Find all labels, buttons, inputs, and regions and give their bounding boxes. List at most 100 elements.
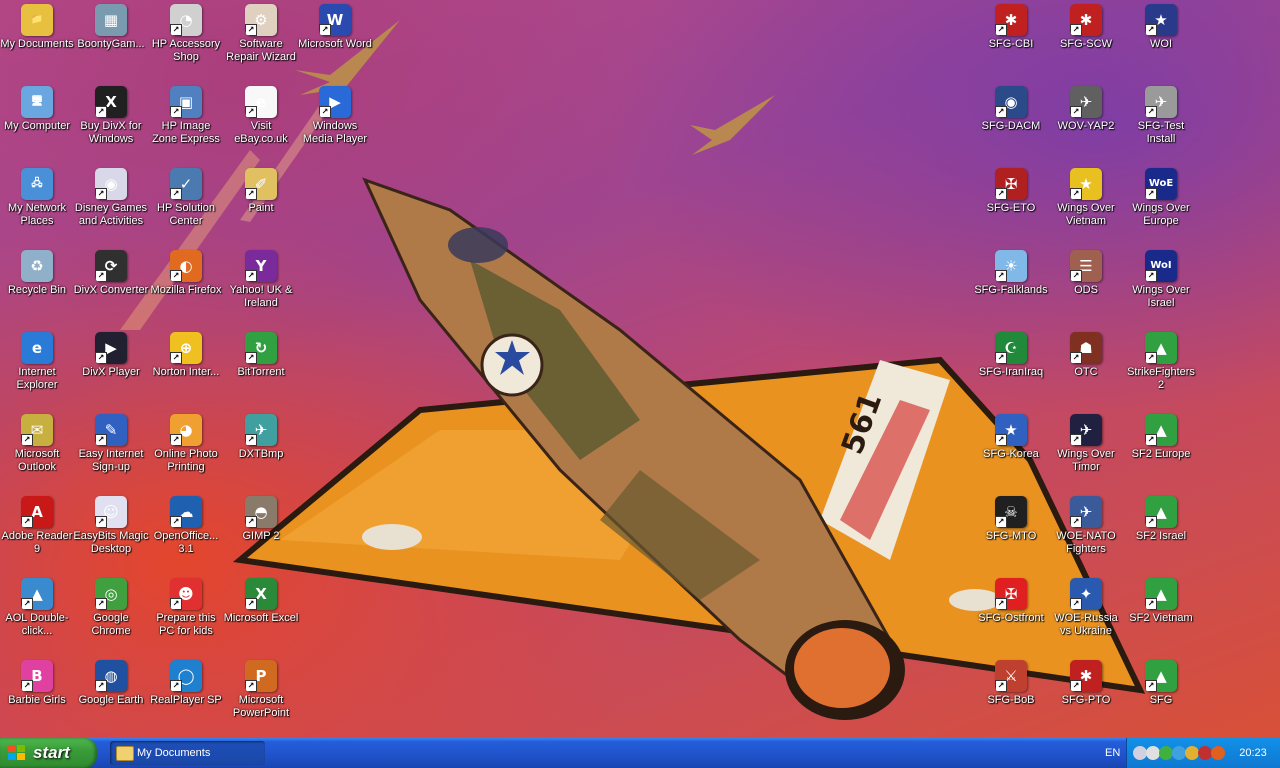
display-icon[interactable]	[1211, 746, 1225, 760]
desktop-icon-recycle-bin[interactable]: ♻ Recycle Bin	[0, 248, 76, 328]
desktop-icon-my-computer[interactable]: 🖥 My Computer	[0, 84, 76, 164]
flag-iran-iraq-icon: ☪ ↗	[995, 332, 1027, 364]
desktop-icon-woi[interactable]: ★ ↗ WOI	[1122, 2, 1200, 82]
desktop-icon-online-photo-printing[interactable]: ◕ ↗ Online Photo Printing	[147, 412, 225, 492]
safely-remove-icon[interactable]	[1172, 746, 1186, 760]
desktop-icon-wings-over-israel[interactable]: WoI ↗ Wings Over Israel	[1122, 248, 1200, 328]
desktop-icon-adobe-reader-9[interactable]: A ↗ Adobe Reader 9	[0, 494, 76, 574]
desktop-icon-woe-nato-fighters[interactable]: ✈ ↗ WOE-NATO Fighters	[1047, 494, 1125, 574]
desktop-icon-microsoft-word[interactable]: W ↗ Microsoft Word	[296, 2, 374, 82]
desktop-icon-microsoft-excel[interactable]: X ↗ Microsoft Excel	[222, 576, 300, 656]
desktop-icon-label: SFG-Test Install	[1137, 120, 1185, 145]
desktop-icon-sf2-vietnam[interactable]: ▲ ↗ SF2 Vietnam	[1122, 576, 1200, 656]
desktop-icon-dxtbmp[interactable]: ✈ ↗ DXTBmp	[222, 412, 300, 492]
desktop-icon-sfg[interactable]: ▲ ↗ SFG	[1122, 658, 1200, 738]
clock[interactable]: 20:23	[1226, 738, 1280, 768]
language-indicator[interactable]: EN	[1105, 738, 1120, 768]
desktop-icon-wings-over-europe[interactable]: WoE ↗ Wings Over Europe	[1122, 166, 1200, 246]
desktop-icon-aol-double-click[interactable]: ▲ ↗ AOL Double-click...	[0, 576, 76, 656]
desktop-icon-barbie-girls[interactable]: B ↗ Barbie Girls	[0, 658, 76, 738]
desktop-icon-easy-internet-sign-up[interactable]: ✎ ↗ Easy Internet Sign-up	[72, 412, 150, 492]
desktop-icon-woe-russia-vs-ukraine[interactable]: ✦ ↗ WOE-Russia vs Ukraine	[1047, 576, 1125, 656]
desktop-icon-sfg-korea[interactable]: ★ ↗ SFG-Korea	[972, 412, 1050, 492]
desktop-icon-hp-accessory-shop[interactable]: ◔ ↗ HP Accessory Shop	[147, 2, 225, 82]
desktop-icon-label: OTC	[1074, 366, 1098, 378]
sfg-bob-icon: ⚔ ↗	[995, 660, 1027, 692]
desktop-icon-my-documents[interactable]: 📁 My Documents	[0, 2, 76, 82]
desktop-icon-my-network-places[interactable]: 🖧 My Network Places	[0, 166, 76, 246]
google-earth-icon: ◍ ↗	[95, 660, 127, 692]
desktop-icon-sfg-scw[interactable]: ✱ ↗ SFG-SCW	[1047, 2, 1125, 82]
desktop-icon-realplayer-sp[interactable]: ◯ ↗ RealPlayer SP	[147, 658, 225, 738]
shortcut-arrow-icon: ↗	[245, 270, 257, 282]
recycle-bin-icon: ♻	[21, 250, 53, 282]
desktop-icon-openoffice-3-1[interactable]: ☁ ↗ OpenOffice... 3.1	[147, 494, 225, 574]
desktop-icon-boontygam[interactable]: ▦ BoontyGam...	[72, 2, 150, 82]
shortcut-arrow-icon: ↗	[1070, 352, 1082, 364]
woe-icon: WoE ↗	[1145, 168, 1177, 200]
desktop-icon-wings-over-vietnam[interactable]: ★ ↗ Wings Over Vietnam	[1047, 166, 1125, 246]
desktop-icon-prepare-this-pc-for-kids[interactable]: ☻ ↗ Prepare this PC for kids	[147, 576, 225, 656]
desktop-icon-software-repair-wizard[interactable]: ⚙ ↗ Software Repair Wizard	[222, 2, 300, 82]
update-icon[interactable]	[1185, 746, 1199, 760]
desktop-icon-sfg-eto[interactable]: ✠ ↗ SFG-ETO	[972, 166, 1050, 246]
desktop-icon-sfg-pto[interactable]: ✱ ↗ SFG-PTO	[1047, 658, 1125, 738]
security-icon[interactable]	[1198, 746, 1212, 760]
desktop-icon-sfg-mto[interactable]: ☠ ↗ SFG-MTO	[972, 494, 1050, 574]
taskbar-button-my-documents[interactable]: My Documents	[110, 741, 265, 765]
photo-printing-icon: ◕ ↗	[170, 414, 202, 446]
desktop-icon-sfg-falklands[interactable]: ☀ ↗ SFG-Falklands	[972, 248, 1050, 328]
desktop-icon-sfg-test-install[interactable]: ✈ ↗ SFG-Test Install	[1122, 84, 1200, 164]
desktop-icon-easybits-magic-desktop[interactable]: ☺ ↗ EasyBits Magic Desktop	[72, 494, 150, 574]
desktop-icon-sf2-europe[interactable]: ▲ ↗ SF2 Europe	[1122, 412, 1200, 492]
back-icon[interactable]	[1133, 746, 1147, 760]
desktop[interactable]: 561 📁 My Documents 🖥 My Computer 🖧 My Network…	[0, 0, 1280, 738]
desktop-icon-label: Mozilla Firefox	[150, 284, 222, 296]
desktop-icon-label: Buy DivX for Windows	[80, 120, 142, 145]
easybits-icon: ☺ ↗	[95, 496, 127, 528]
desktop-icon-wov-yap2[interactable]: ✈ ↗ WOV-YAP2	[1047, 84, 1125, 164]
desktop-icon-microsoft-outlook[interactable]: ✉ ↗ Microsoft Outlook	[0, 412, 76, 492]
desktop-icon-sfg-ostfront[interactable]: ✠ ↗ SFG-Ostfront	[972, 576, 1050, 656]
desktop-icon-disney-games-and-activities[interactable]: ◉ ↗ Disney Games and Activities	[72, 166, 150, 246]
desktop-icon-strikefighters-2[interactable]: ▲ ↗ StrikeFighters 2	[1122, 330, 1200, 410]
desktop-icon-sfg-bob[interactable]: ⚔ ↗ SFG-BoB	[972, 658, 1050, 738]
desktop-icon-windows-media-player[interactable]: ▶ ↗ Windows Media Player	[296, 84, 374, 164]
desktop-icon-gimp-2[interactable]: ◓ ↗ GIMP 2	[222, 494, 300, 574]
desktop-icon-sf2-israel[interactable]: ▲ ↗ SF2 Israel	[1122, 494, 1200, 574]
desktop-icon-internet-explorer[interactable]: e Internet Explorer	[0, 330, 76, 410]
notification-area	[1126, 738, 1227, 768]
desktop-icon-buy-divx-for-windows[interactable]: X ↗ Buy DivX for Windows	[72, 84, 150, 164]
desktop-icon-label: SFG-ETO	[986, 202, 1036, 214]
desktop-icon-visit-ebay-co-uk[interactable]: e ↗ Visit eBay.co.uk	[222, 84, 300, 164]
desktop-icon-label: Google Earth	[78, 694, 144, 706]
antivirus-icon[interactable]	[1159, 746, 1173, 760]
desktop-icon-hp-image-zone-express[interactable]: ▣ ↗ HP Image Zone Express	[147, 84, 225, 164]
desktop-icon-norton-inter[interactable]: ⊕ ↗ Norton Inter...	[147, 330, 225, 410]
desktop-icon-ods[interactable]: ☰ ↗ ODS	[1047, 248, 1125, 328]
desktop-icon-paint[interactable]: ✐ ↗ Paint	[222, 166, 300, 246]
start-button[interactable]: start	[0, 738, 97, 768]
desktop-icon-yahoo-uk-ireland[interactable]: Y ↗ Yahoo! UK & Ireland	[222, 248, 300, 328]
desktop-icon-bittorrent[interactable]: ↻ ↗ BitTorrent	[222, 330, 300, 410]
system-tray: EN 20:23	[1100, 738, 1280, 768]
bittorrent-icon: ↻ ↗	[245, 332, 277, 364]
desktop-icon-google-chrome[interactable]: ◎ ↗ Google Chrome	[72, 576, 150, 656]
hp-image-zone-icon: ▣ ↗	[170, 86, 202, 118]
desktop-icon-otc[interactable]: ☗ ↗ OTC	[1047, 330, 1125, 410]
desktop-icon-wings-over-timor[interactable]: ✈ ↗ Wings Over Timor	[1047, 412, 1125, 492]
shortcut-arrow-icon: ↗	[95, 270, 107, 282]
desktop-icon-divx-player[interactable]: ▶ ↗ DivX Player	[72, 330, 150, 410]
desktop-icon-microsoft-powerpoint[interactable]: P ↗ Microsoft PowerPoint	[222, 658, 300, 738]
desktop-icon-google-earth[interactable]: ◍ ↗ Google Earth	[72, 658, 150, 738]
desktop-icon-label: Microsoft Word	[298, 38, 372, 50]
desktop-icon-sfg-cbi[interactable]: ✱ ↗ SFG-CBI	[972, 2, 1050, 82]
desktop-icon-mozilla-firefox[interactable]: ◐ ↗ Mozilla Firefox	[147, 248, 225, 328]
desktop-icon-hp-solution-center[interactable]: ✓ ↗ HP Solution Center	[147, 166, 225, 246]
desktop-icon-sfg-iraniraq[interactable]: ☪ ↗ SFG-IranIraq	[972, 330, 1050, 410]
desktop-icon-sfg-dacm[interactable]: ◉ ↗ SFG-DACM	[972, 84, 1050, 164]
network-x-icon[interactable]	[1146, 746, 1160, 760]
desktop-icon-divx-converter[interactable]: ⟳ ↗ DivX Converter	[72, 248, 150, 328]
internet-explorer-icon: e	[21, 332, 53, 364]
shortcut-arrow-icon: ↗	[1070, 434, 1082, 446]
